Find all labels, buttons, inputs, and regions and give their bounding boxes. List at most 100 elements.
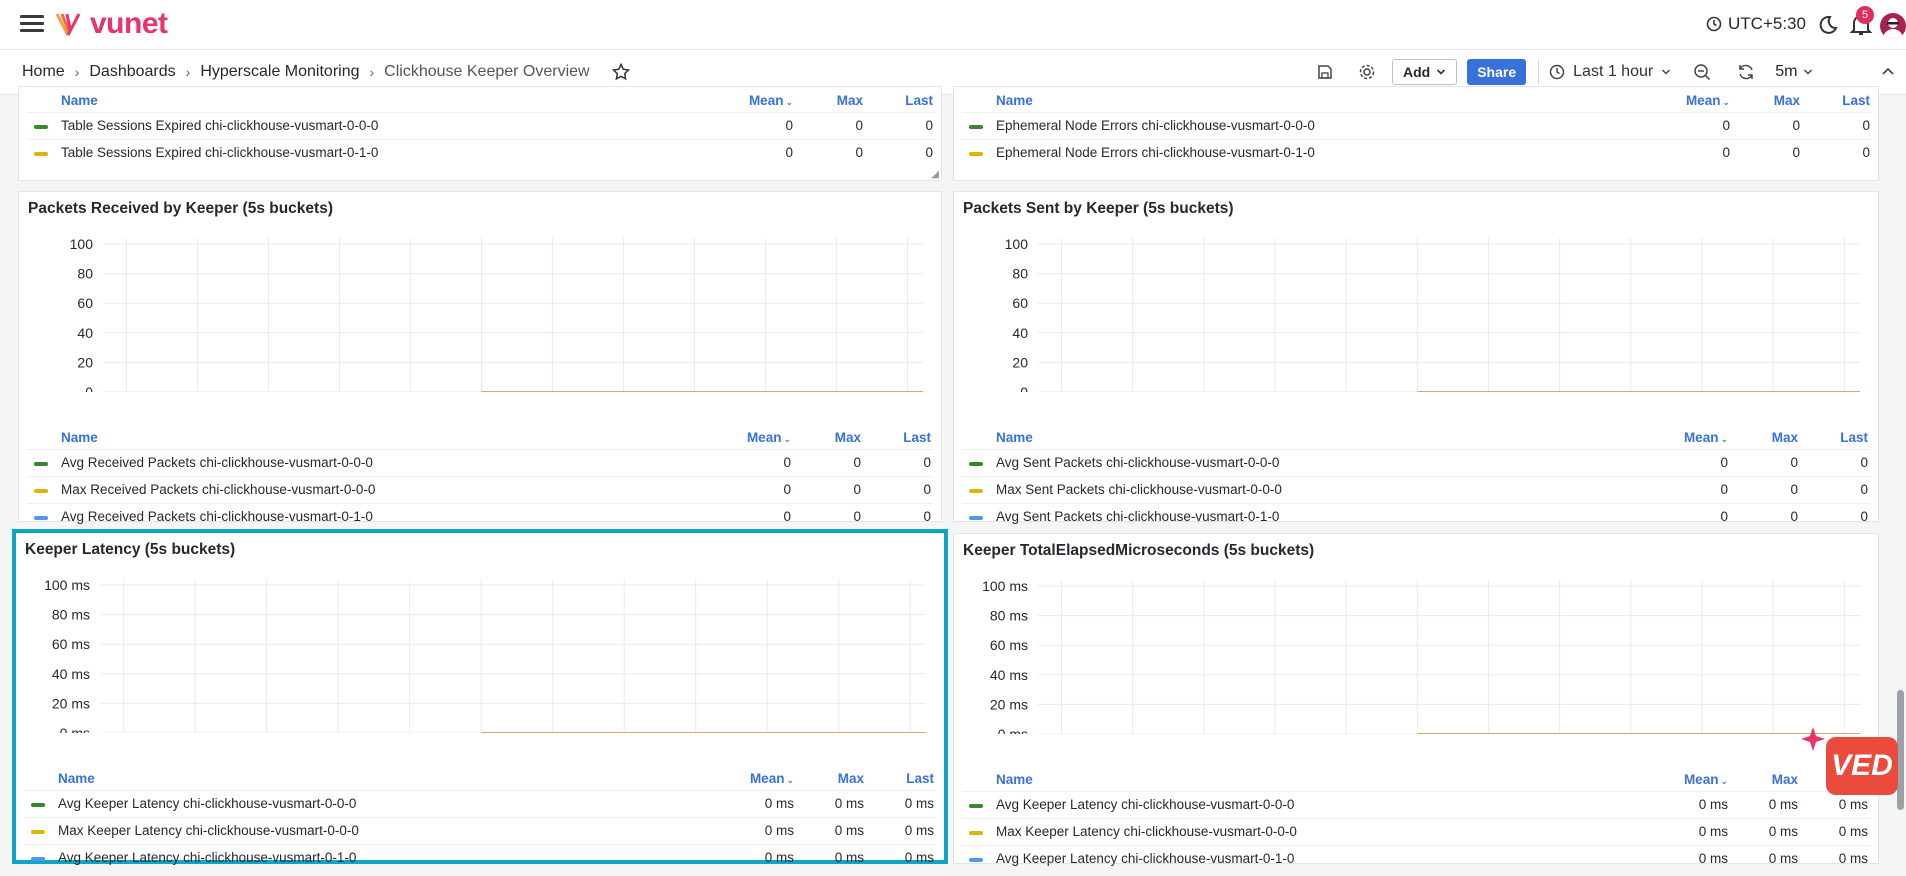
breadcrumb-home[interactable]: Home [22, 63, 65, 81]
legend-row[interactable]: Ephemeral Node Errors chi-clickhouse-vus… [962, 112, 1872, 138]
legend-series-name: Table Sessions Expired chi-clickhouse-vu… [61, 118, 379, 133]
packets-sent-panel: Packets Sent by Keeper (5s buckets) 100 80… [953, 191, 1879, 524]
legend-row[interactable]: Ephemeral Node Errors chi-clickhouse-vus… [962, 139, 1872, 165]
series-color-swatch [969, 462, 983, 466]
resize-handle-icon[interactable]: ◢ [931, 169, 939, 180]
legend-header-last[interactable]: Last [871, 430, 931, 445]
menu-icon[interactable] [20, 15, 44, 33]
y-tick-label: 40 [77, 325, 93, 341]
legend-header-max[interactable]: Max [1738, 772, 1798, 787]
legend-header-name[interactable]: Name [996, 430, 1033, 445]
legend-last-value: 0 [925, 145, 933, 160]
legend-series-name: Max Keeper Latency chi-clickhouse-vusmar… [996, 824, 1297, 839]
breadcrumb-folder[interactable]: Hyperscale Monitoring [200, 63, 359, 81]
legend-header-name[interactable]: Name [996, 93, 1033, 108]
legend-last-value: 0 [925, 118, 933, 133]
legend-row[interactable]: Avg Sent Packets chi-clickhouse-vusmart-… [962, 449, 1870, 475]
legend-row[interactable]: Max Sent Packets chi-clickhouse-vusmart-… [962, 476, 1870, 502]
legend-header-mean[interactable]: Mean ⌄ [734, 771, 794, 786]
series-color-swatch [969, 125, 983, 129]
legend-mean-value: 0 [783, 455, 791, 470]
user-avatar[interactable] [1880, 13, 1906, 39]
legend-row[interactable]: Table Sessions Expired chi-clickhouse-vu… [27, 139, 935, 165]
keeper-latency-panel[interactable]: Keeper Latency (5s buckets) 100 ms 80 ms 60… [12, 529, 948, 865]
legend-max-value: 0 [1790, 482, 1798, 497]
time-range-picker[interactable]: Last 1 hour [1549, 63, 1671, 81]
share-button[interactable]: Share [1467, 59, 1527, 85]
legend-last-value: 0 [1860, 509, 1868, 524]
sort-chevron-icon: ⌄ [786, 775, 794, 785]
save-dashboard-icon[interactable] [1310, 59, 1340, 85]
legend-series-name: Avg Keeper Latency chi-clickhouse-vusmar… [58, 850, 357, 865]
y-tick-label: 0 [85, 384, 93, 392]
legend-row[interactable]: Max Keeper Latency chi-clickhouse-vusmar… [24, 817, 936, 843]
legend-mean-value: 0 [783, 482, 791, 497]
legend-header-name[interactable]: Name [61, 93, 98, 108]
legend-series-name: Avg Keeper Latency chi-clickhouse-vusmar… [996, 851, 1295, 866]
refresh-picker[interactable]: 5m [1737, 63, 1813, 81]
star-favorite-icon[interactable] [611, 63, 630, 81]
legend-header-last[interactable]: Last [874, 771, 934, 786]
legend-header-max[interactable]: Max [1740, 93, 1800, 108]
legend-row[interactable]: Avg Keeper Latency chi-clickhouse-vusmar… [24, 790, 936, 816]
ved-assistant-button[interactable]: VED [1826, 737, 1898, 795]
legend-row[interactable]: Avg Received Packets chi-clickhouse-vusm… [27, 449, 933, 475]
sparkle-icon[interactable] [1800, 726, 1826, 752]
legend-header-max[interactable]: Max [1738, 430, 1798, 445]
legend-row[interactable]: Table Sessions Expired chi-clickhouse-vu… [27, 112, 935, 138]
legend-row[interactable]: Avg Keeper Latency chi-clickhouse-vusmar… [962, 791, 1870, 817]
chart-plot: 100 ms80 ms60 ms40 ms20 ms0 ms09:1009:15… [44, 577, 926, 733]
legend-header-mean[interactable]: Mean ⌄ [1668, 772, 1728, 787]
legend-header-last[interactable]: Last [1810, 93, 1870, 108]
sort-chevron-icon: ⌄ [783, 434, 791, 444]
add-button[interactable]: Add [1392, 59, 1458, 85]
legend-header-name[interactable]: Name [996, 772, 1033, 787]
notification-count-badge: 5 [1856, 6, 1874, 24]
theme-toggle-moon-icon[interactable] [1816, 14, 1838, 41]
legend-last-value: 0 ms [904, 796, 934, 811]
legend-header-last[interactable]: Last [873, 93, 933, 108]
legend-header-mean[interactable]: Mean ⌄ [1668, 430, 1728, 445]
collapse-chevron-up-icon[interactable] [1880, 64, 1896, 80]
legend-header-mean-label: Mean [1683, 430, 1719, 445]
series-color-swatch [31, 803, 45, 807]
y-tick-label: 60 ms [52, 636, 90, 652]
legend-max-value: 0 [853, 482, 861, 497]
legend-row[interactable]: Max Received Packets chi-clickhouse-vusm… [27, 476, 933, 502]
y-tick-label: 80 [1012, 266, 1028, 282]
breadcrumb-dashboards[interactable]: Dashboards [89, 63, 175, 81]
legend-mean-value: 0 ms [1698, 824, 1728, 839]
legend-header-max[interactable]: Max [803, 93, 863, 108]
page-scrollbar[interactable] [1897, 690, 1904, 810]
legend-last-value: 0 [1862, 145, 1870, 160]
legend-header-mean[interactable]: Mean ⌄ [1670, 93, 1730, 108]
legend-row[interactable]: Max Keeper Latency chi-clickhouse-vusmar… [962, 818, 1870, 844]
legend-header-name[interactable]: Name [61, 430, 98, 445]
legend-header-max[interactable]: Max [801, 430, 861, 445]
legend-max-value: 0 ms [834, 850, 864, 865]
legend-header-name[interactable]: Name [58, 771, 95, 786]
add-button-label: Add [1403, 64, 1431, 80]
vunet-logo-icon [55, 13, 81, 36]
legend-header-mean[interactable]: Mean ⌄ [731, 430, 791, 445]
legend-header-mean[interactable]: Mean ⌄ [733, 93, 793, 108]
legend-max-value: 0 ms [1768, 851, 1798, 866]
legend-series-name: Avg Keeper Latency chi-clickhouse-vusmar… [996, 797, 1295, 812]
packets-received-panel: Packets Received by Keeper (5s buckets) 1… [18, 191, 942, 524]
refresh-icon[interactable] [1737, 63, 1755, 81]
zoom-out-icon[interactable] [1687, 59, 1717, 85]
logo[interactable]: vunet [54, 9, 168, 39]
chevron-right-icon: › [369, 64, 375, 80]
legend-max-value: 0 [855, 118, 863, 133]
timezone-indicator[interactable]: UTC+5:30 [1706, 14, 1806, 34]
legend-last-value: 0 ms [1838, 824, 1868, 839]
settings-gear-icon[interactable] [1352, 59, 1382, 85]
legend-row[interactable]: Avg Keeper Latency chi-clickhouse-vusmar… [962, 845, 1870, 871]
legend-row[interactable]: Avg Received Packets chi-clickhouse-vusm… [27, 503, 933, 529]
legend-header-max[interactable]: Max [804, 771, 864, 786]
refresh-interval-label: 5m [1775, 63, 1798, 80]
y-tick-label: 20 ms [990, 696, 1028, 712]
legend-row[interactable]: Avg Sent Packets chi-clickhouse-vusmart-… [962, 503, 1870, 529]
legend-header-last[interactable]: Last [1808, 430, 1868, 445]
legend-row[interactable]: Avg Keeper Latency chi-clickhouse-vusmar… [24, 844, 936, 870]
